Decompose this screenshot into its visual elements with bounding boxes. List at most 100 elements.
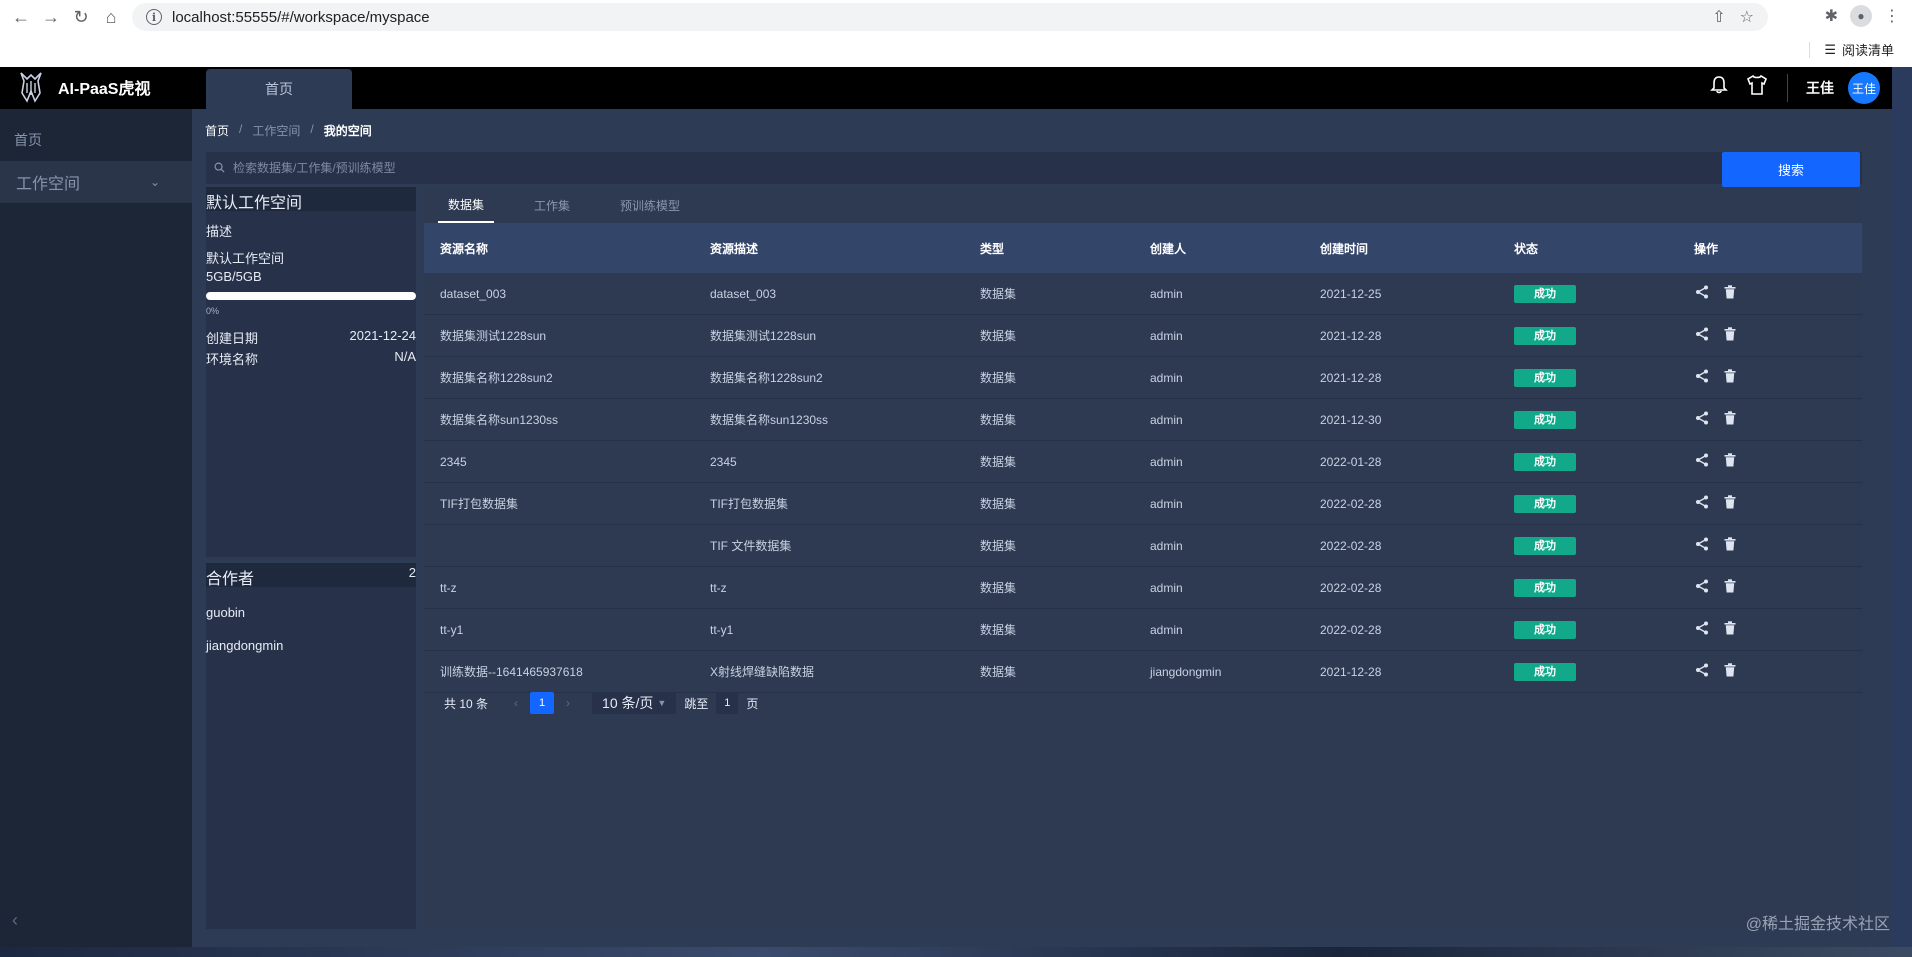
column-header: 创建时间	[1320, 241, 1369, 256]
tab-pretrained-models[interactable]: 预训练模型	[610, 187, 690, 223]
share-icon[interactable]	[1694, 579, 1710, 597]
pagination: 共 10 条 ‹ 1 › 10 条/页 ▼ 跳至 1 页	[444, 692, 758, 714]
sidebar-item-home[interactable]: 首页	[0, 119, 192, 161]
share-icon[interactable]	[1694, 663, 1710, 681]
reload-icon[interactable]: ↻	[66, 2, 96, 32]
cell-creator: admin	[1150, 286, 1183, 301]
theme-shirt-icon[interactable]	[1745, 74, 1769, 102]
brand-logo[interactable]: AI-PaaS虎视	[18, 71, 150, 103]
collapse-sidebar-icon[interactable]: ‹	[12, 910, 18, 931]
cell-name: 数据集名称sun1230ss	[440, 413, 559, 427]
jump-input[interactable]: 1	[716, 692, 739, 714]
table-row: TIF 文件数据集 数据集 admin 2022-02-28 成功	[424, 525, 1862, 567]
cell-actions	[1678, 578, 1862, 597]
delete-icon[interactable]	[1722, 410, 1738, 429]
delete-icon[interactable]	[1722, 326, 1738, 345]
forward-icon[interactable]: →	[36, 2, 66, 32]
share-icon[interactable]	[1694, 453, 1710, 471]
cell-type: 数据集	[980, 623, 1017, 637]
env-name-value: N/A	[394, 349, 416, 364]
search-input[interactable]	[233, 161, 1233, 175]
cell-creator: admin	[1150, 580, 1183, 595]
address-bar[interactable]: i localhost:55555/#/workspace/myspace ⇧ …	[132, 3, 1768, 31]
cell-created-time: 2022-02-28	[1320, 538, 1382, 553]
delete-icon[interactable]	[1722, 536, 1738, 555]
breadcrumb-home[interactable]: 首页	[205, 122, 229, 139]
collaborator-item[interactable]: guobin	[206, 605, 416, 620]
cell-type: 数据集	[980, 413, 1017, 427]
bookmark-star-icon[interactable]: ☆	[1740, 7, 1754, 27]
storage-usage: 5GB/5GB	[206, 269, 262, 284]
table-row: tt-z tt-z 数据集 admin 2022-02-28 成功	[424, 567, 1862, 609]
cell-creator: admin	[1150, 538, 1183, 553]
cell-created-time: 2021-12-28	[1320, 328, 1382, 343]
table-row: 数据集名称1228sun2 数据集名称1228sun2 数据集 admin 2021-1…	[424, 357, 1862, 399]
sidebar-item-workspace[interactable]: 工作空间 ⌄	[0, 161, 192, 203]
cell-status: 成功	[1498, 284, 1678, 303]
extensions-icon[interactable]: ✱	[1825, 6, 1838, 26]
cell-name: 数据集测试1228sun	[440, 329, 547, 343]
page-number[interactable]: 1	[530, 692, 555, 714]
status-badge: 成功	[1514, 494, 1576, 513]
delete-icon[interactable]	[1722, 494, 1738, 513]
share-icon[interactable]	[1694, 369, 1710, 387]
status-badge: 成功	[1514, 368, 1576, 387]
status-badge: 成功	[1514, 326, 1576, 345]
tab-home[interactable]: 首页	[206, 69, 352, 109]
cell-description: 2345	[710, 454, 737, 469]
delete-icon[interactable]	[1722, 452, 1738, 471]
cell-status: 成功	[1498, 494, 1678, 513]
avatar[interactable]: 王佳	[1848, 72, 1880, 104]
menu-kebab-icon[interactable]: ⋮	[1884, 6, 1900, 26]
cell-type: 数据集	[980, 329, 1017, 343]
cell-created-time: 2021-12-28	[1320, 370, 1382, 385]
share-icon[interactable]	[1694, 621, 1710, 639]
prev-page-icon[interactable]: ‹	[510, 696, 522, 710]
user-name[interactable]: 王佳	[1806, 78, 1834, 98]
breadcrumb-current: 我的空间	[323, 124, 372, 138]
back-icon[interactable]: ←	[6, 2, 36, 32]
share-page-icon[interactable]: ⇧	[1712, 7, 1725, 27]
cell-status: 成功	[1498, 368, 1678, 387]
cell-name: tt-y1	[440, 622, 464, 637]
column-header: 资源名称	[440, 241, 489, 256]
breadcrumb-separator: /	[310, 122, 314, 136]
cell-actions	[1678, 494, 1862, 513]
cell-creator: admin	[1150, 370, 1183, 385]
cell-creator: admin	[1150, 412, 1183, 427]
page-size-select[interactable]: 10 条/页 ▼	[592, 692, 677, 714]
cell-creator: admin	[1150, 328, 1183, 343]
share-icon[interactable]	[1694, 411, 1710, 429]
tab-worksets[interactable]: 工作集	[524, 187, 580, 223]
cell-name: TIF打包数据集	[440, 497, 518, 511]
delete-icon[interactable]	[1722, 368, 1738, 387]
breadcrumb-workspace[interactable]: 工作空间	[252, 122, 300, 139]
share-icon[interactable]	[1694, 495, 1710, 513]
browser-chrome: ← → ↻ ⌂ i localhost:55555/#/workspace/my…	[0, 0, 1912, 67]
bell-icon[interactable]	[1707, 75, 1731, 101]
table-row: TIF打包数据集 TIF打包数据集 数据集 admin 2022-02-28 成功	[424, 483, 1862, 525]
breadcrumb-separator: /	[239, 122, 243, 136]
delete-icon[interactable]	[1722, 284, 1738, 303]
profile-icon[interactable]: ●	[1850, 5, 1872, 27]
search-button[interactable]: 搜索	[1722, 152, 1860, 187]
delete-icon[interactable]	[1722, 578, 1738, 597]
column-header: 类型	[980, 241, 1005, 256]
reading-list-icon[interactable]: ☰	[1824, 42, 1836, 58]
cell-created-time: 2021-12-25	[1320, 286, 1382, 301]
tab-datasets[interactable]: 数据集	[438, 187, 495, 223]
env-name-label: 环境名称	[206, 352, 259, 367]
site-info-icon[interactable]: i	[146, 9, 162, 25]
share-icon[interactable]	[1694, 327, 1710, 345]
share-icon[interactable]	[1694, 285, 1710, 303]
collaborator-item[interactable]: jiangdongmin	[206, 638, 416, 653]
home-icon[interactable]: ⌂	[96, 2, 126, 32]
jump-label: 跳至	[684, 696, 709, 711]
next-page-icon[interactable]: ›	[562, 696, 574, 710]
cell-creator: jiangdongmin	[1150, 664, 1222, 679]
delete-icon[interactable]	[1722, 662, 1738, 681]
delete-icon[interactable]	[1722, 620, 1738, 639]
share-icon[interactable]	[1694, 537, 1710, 555]
reading-list-label[interactable]: 阅读清单	[1842, 40, 1894, 59]
workspace-info-card: 默认工作空间 描述 默认工作空间 5GB/5GB 0% 创建日期 2021-12…	[206, 187, 416, 557]
